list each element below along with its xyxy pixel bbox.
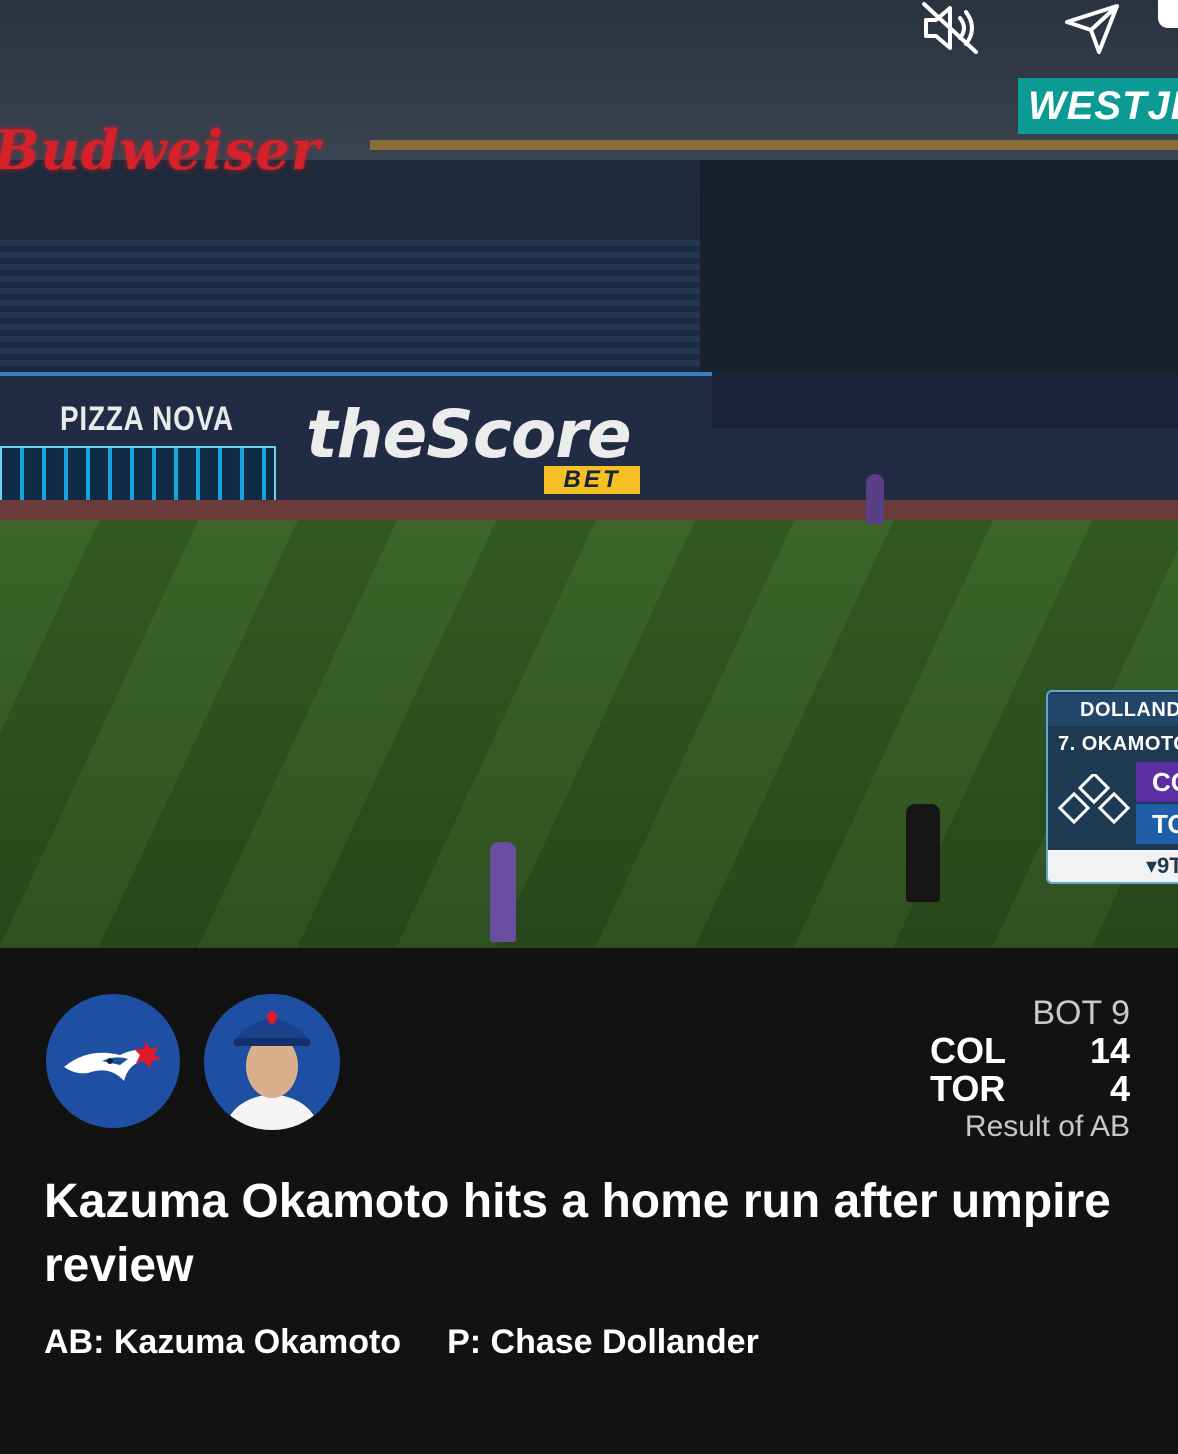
home-runs: 4 — [1109, 1068, 1130, 1109]
budweiser-sign: Budweiser — [0, 118, 321, 182]
thescore-sign: theScore — [306, 396, 632, 473]
inning-label: BOT 9 — [1032, 994, 1130, 1032]
away-team: COL — [930, 1030, 1006, 1071]
scorebug-pitcher: DOLLAND — [1048, 694, 1178, 726]
umpire-figure — [906, 804, 940, 902]
scorebug-team-home: TO — [1136, 804, 1178, 844]
outfield-grass — [0, 520, 1178, 948]
outfield-wall-right — [712, 372, 1178, 428]
score-row-home: TOR 4 — [870, 1070, 1130, 1108]
game-score: BOT 9 COL 14 TOR 4 Result of AB — [870, 994, 1130, 1144]
play-headline: Kazuma Okamoto hits a home run after ump… — [44, 1175, 1111, 1292]
home-team: TOR — [930, 1068, 1006, 1109]
pizza-nova-sign: PIZZA NOVA — [60, 400, 234, 438]
player-avatar[interactable] — [204, 994, 340, 1130]
thescore-bet-badge: BET — [544, 466, 640, 494]
batters-eye — [700, 160, 1178, 395]
scorebug-inning: ▾9T — [1048, 850, 1178, 882]
bases-diamond-icon — [1057, 774, 1131, 825]
lower-stands — [0, 160, 1178, 540]
video-player[interactable]: Budweiser WESTJE PIZZA NOVA theScore BET… — [0, 0, 1178, 948]
scorebug-team-away: CO — [1136, 762, 1178, 802]
fielder-center — [490, 842, 516, 942]
scorebug-batter: 7. OKAMOTO — [1058, 733, 1178, 755]
westjet-sign: WESTJE — [1018, 78, 1178, 134]
corner-indicator — [1158, 0, 1178, 28]
result-label: Result of AB — [964, 1110, 1130, 1143]
fielder-deep — [866, 474, 884, 524]
away-runs: 14 — [1089, 1030, 1130, 1071]
speaker-muted-icon[interactable] — [916, 0, 984, 56]
send-icon[interactable] — [1056, 0, 1126, 56]
matchup: AB: Kazuma Okamoto P: Chase Dollander — [44, 1320, 1134, 1364]
broadcast-scorebug: DOLLAND 7. OKAMOTO CO TO ▾9T — [1046, 690, 1178, 884]
score-row-away: COL 14 — [870, 1032, 1130, 1070]
at-bat-player[interactable]: AB: Kazuma Okamoto — [44, 1320, 401, 1364]
upper-rail — [370, 140, 1178, 150]
blue-jays-logo-icon[interactable] — [46, 994, 180, 1128]
pitcher-player[interactable]: P: Chase Dollander — [447, 1320, 759, 1364]
